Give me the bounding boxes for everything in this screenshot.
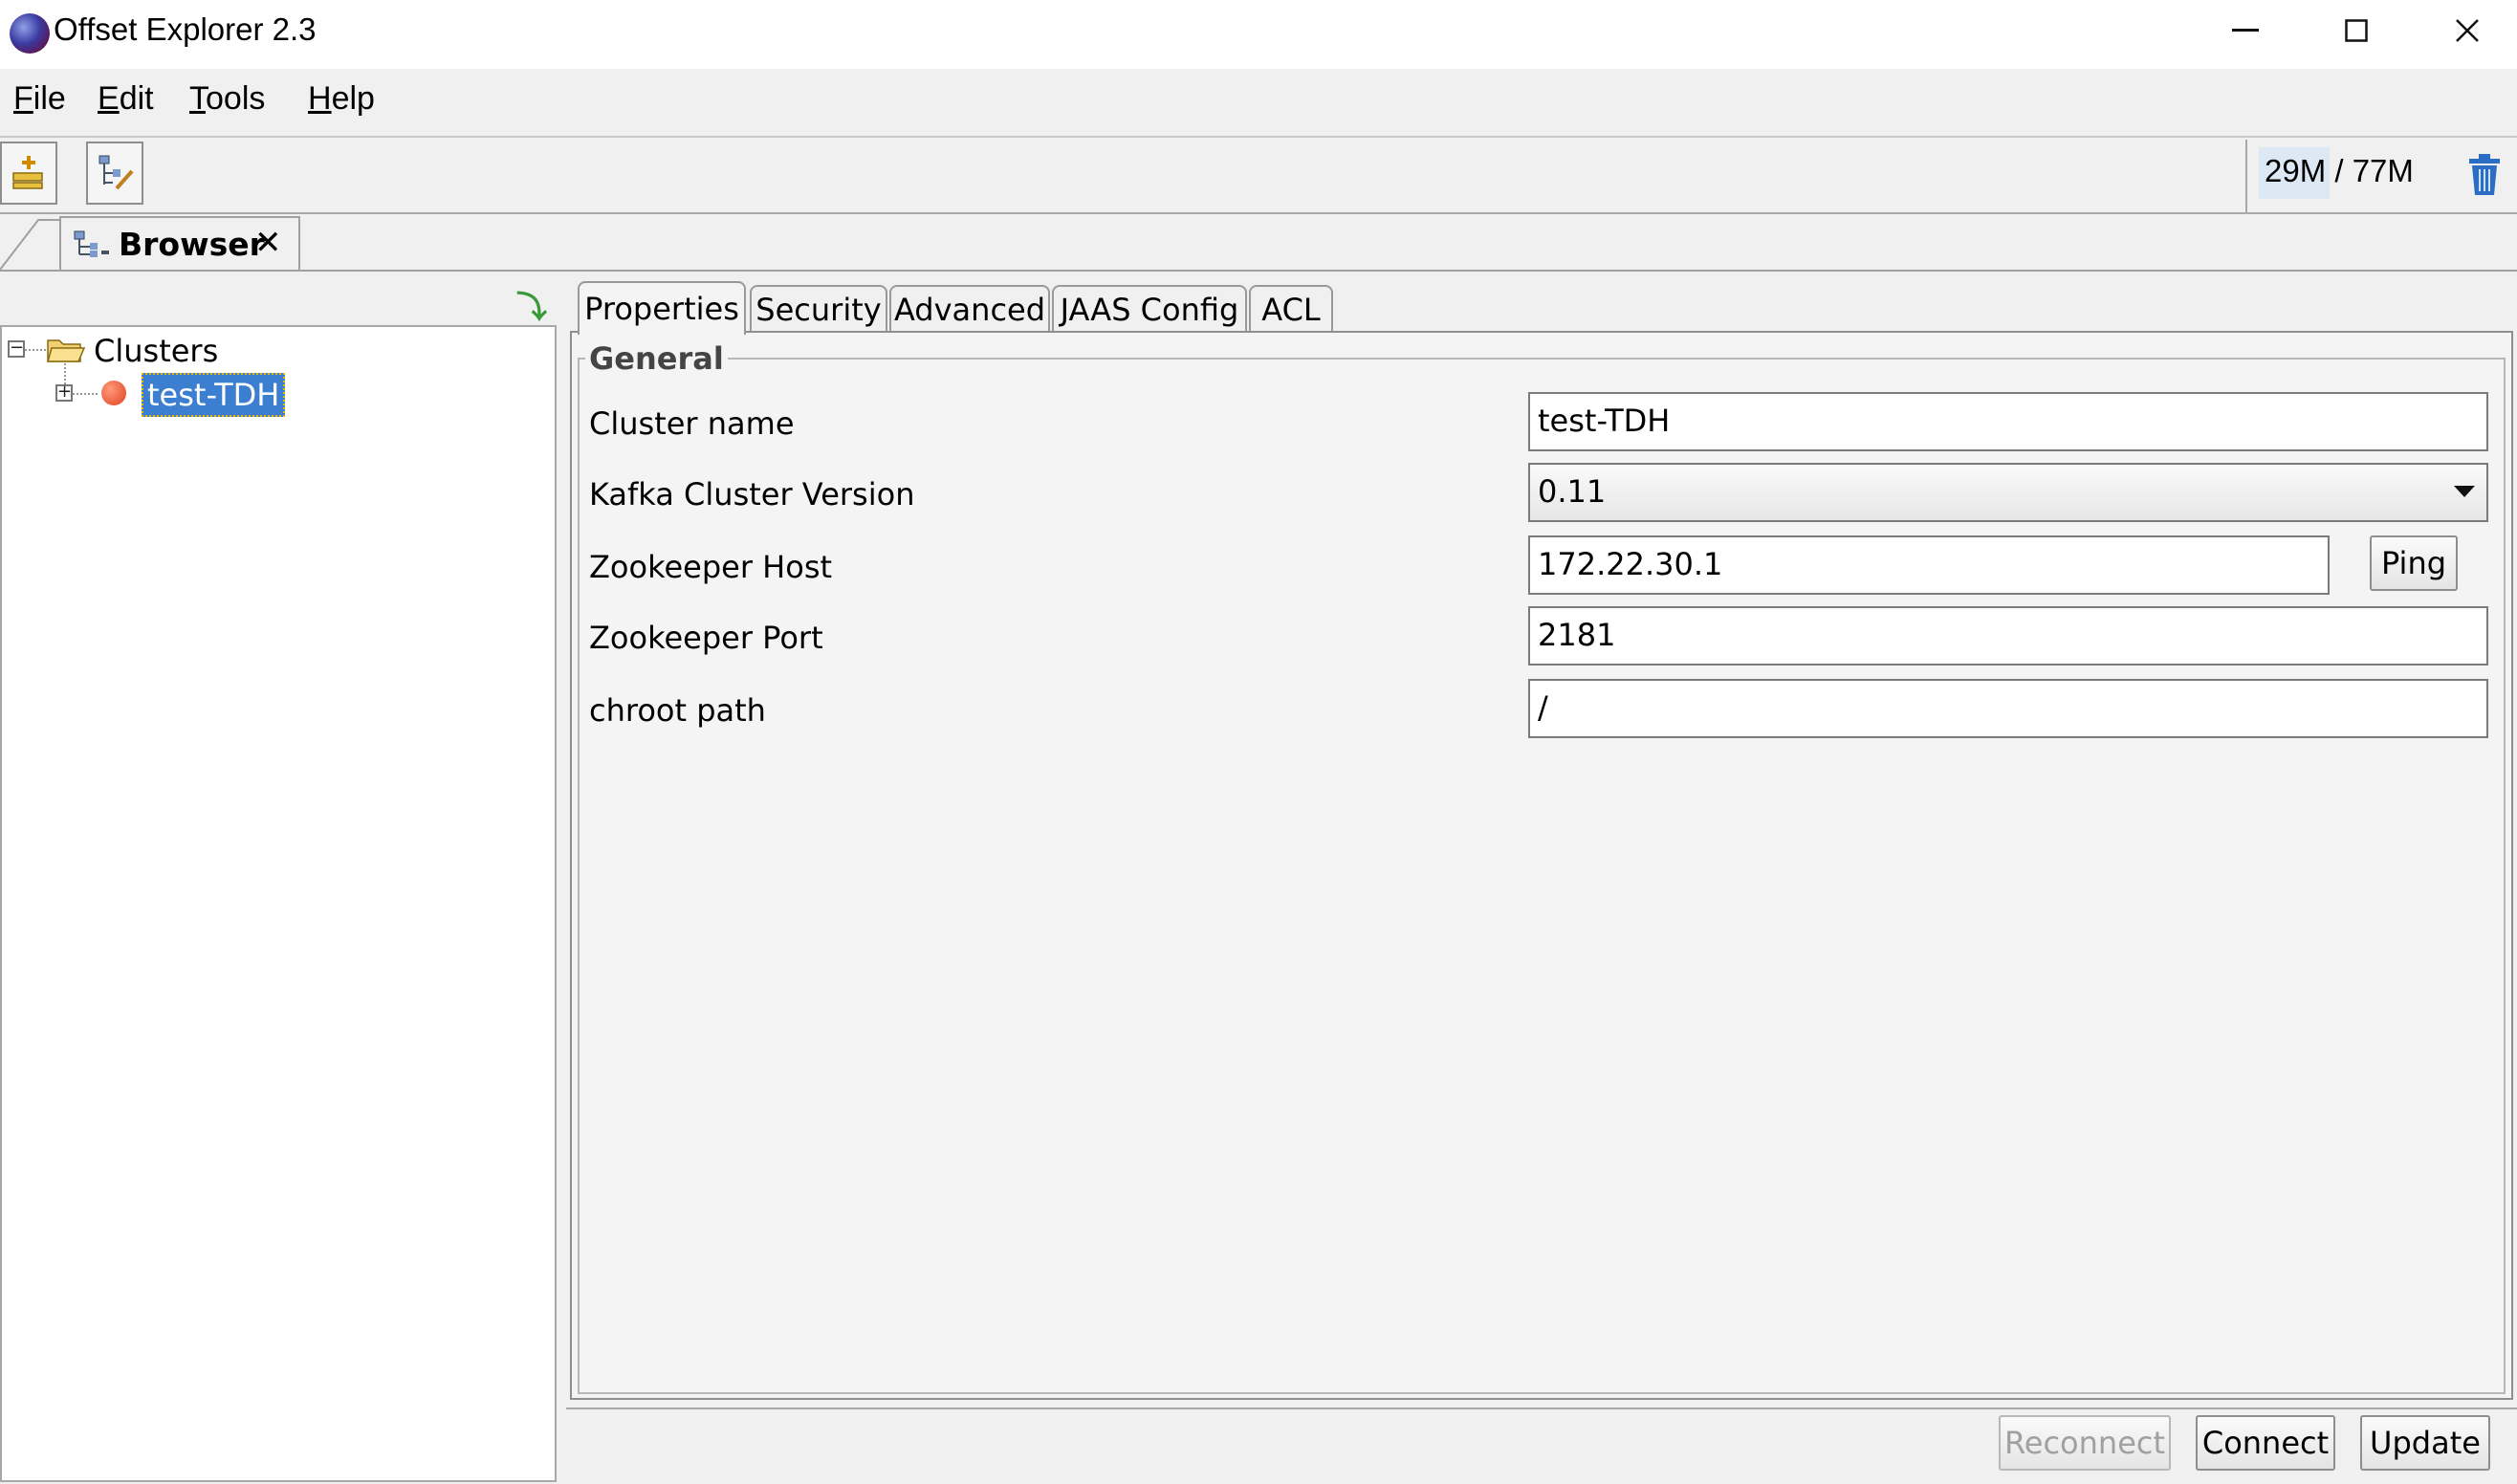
edit-cluster-button[interactable]: [86, 142, 143, 205]
tree-connector: [25, 349, 48, 351]
tab-advanced[interactable]: Advanced: [889, 285, 1050, 333]
add-cluster-icon: [12, 156, 43, 189]
zookeeper-host-field[interactable]: 172.22.30.1: [1528, 535, 2330, 595]
tree-root-clusters[interactable]: Clusters: [94, 333, 218, 369]
tree-item-test-tdh[interactable]: test-TDH: [142, 373, 286, 417]
menu-file-label: ile: [33, 80, 66, 117]
tab-properties[interactable]: Properties: [578, 281, 746, 335]
memory-usage: 29M / 77M: [2265, 153, 2414, 188]
zookeeper-port-label: Zookeeper Port: [589, 620, 823, 656]
toolbar: [0, 138, 2517, 214]
cluster-status-icon: [101, 381, 126, 405]
tab-acl[interactable]: ACL: [1249, 285, 1333, 333]
chroot-path-label: chroot path: [589, 692, 766, 729]
menu-edit-mnemonic: E: [98, 80, 120, 117]
menu-help-mnemonic: H: [308, 80, 332, 117]
app-logo-icon: [10, 13, 50, 54]
tab-security[interactable]: Security: [750, 285, 887, 333]
minimize-button[interactable]: [2190, 0, 2301, 61]
menu-edit-label: dit: [119, 80, 154, 117]
chevron-down-icon[interactable]: [2454, 486, 2475, 497]
menu-tools-mnemonic: T: [189, 80, 206, 117]
panel-splitter[interactable]: [557, 273, 566, 1482]
maximize-icon: [2345, 19, 2368, 42]
kafka-version-select[interactable]: 0.11: [1528, 463, 2488, 522]
menu-help-label: elp: [331, 80, 375, 117]
add-cluster-button[interactable]: [0, 142, 57, 205]
folder-open-icon: [47, 339, 86, 362]
collapse-clusters-icon[interactable]: −: [8, 339, 25, 358]
edit-cluster-icon: [98, 155, 134, 190]
menu-tools[interactable]: Tools: [189, 80, 265, 118]
menu-bar: [0, 69, 2517, 138]
close-icon: [2456, 19, 2479, 42]
menu-tools-label: ools: [206, 80, 266, 117]
zookeeper-port-field[interactable]: 2181: [1528, 606, 2488, 666]
reconnect-button[interactable]: Reconnect: [1999, 1415, 2171, 1471]
general-group-title: General: [585, 340, 728, 377]
minimize-icon: [2232, 29, 2259, 32]
title-bar: [0, 0, 2517, 69]
browser-tree-icon: [74, 230, 109, 257]
menu-file-mnemonic: F: [13, 80, 33, 117]
chroot-path-field[interactable]: /: [1528, 679, 2488, 738]
kafka-version-label: Kafka Cluster Version: [589, 476, 915, 513]
tab-close-button[interactable]: ✕: [254, 224, 282, 262]
cluster-name-field[interactable]: test-TDH: [1528, 392, 2488, 451]
tab-browser-label: Browser: [119, 226, 265, 263]
menu-help[interactable]: Help: [308, 80, 375, 118]
expand-cluster-icon[interactable]: +: [55, 383, 73, 402]
tree-connector: [73, 393, 98, 395]
cluster-name-label: Cluster name: [589, 405, 795, 442]
connect-button[interactable]: Connect: [2196, 1415, 2335, 1471]
menu-edit[interactable]: Edit: [98, 80, 154, 118]
toolbar-separator: [2245, 140, 2247, 212]
close-window-button[interactable]: [2412, 0, 2517, 61]
tab-strip-decoration: [0, 219, 67, 271]
window-title: Offset Explorer 2.3: [54, 11, 317, 47]
menu-file[interactable]: File: [13, 80, 66, 118]
zookeeper-host-label: Zookeeper Host: [589, 549, 833, 585]
tab-jaas-config[interactable]: JAAS Config: [1052, 285, 1247, 333]
ping-button[interactable]: Ping: [2370, 535, 2458, 591]
maximize-button[interactable]: [2301, 0, 2412, 61]
tab-strip-line: [0, 270, 2517, 272]
trash-icon[interactable]: [2465, 153, 2504, 197]
update-button[interactable]: Update: [2360, 1415, 2490, 1471]
refresh-icon[interactable]: ⤵: [516, 283, 547, 327]
cluster-tree-panel: [0, 325, 557, 1482]
